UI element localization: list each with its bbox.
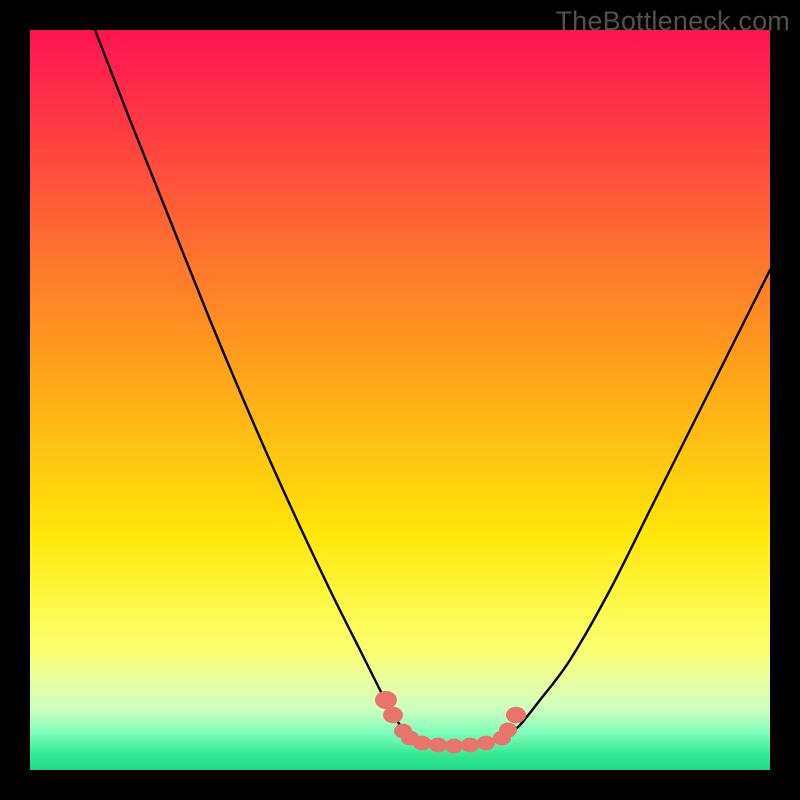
bottleneck-curve <box>95 30 770 744</box>
marker-group <box>375 691 526 753</box>
marker-bottom-ridge <box>429 738 447 753</box>
marker-bottom-ridge <box>477 736 495 751</box>
marker-right-cluster-upper <box>506 707 526 723</box>
marker-bottom-ridge <box>461 738 479 753</box>
marker-bottom-ridge <box>445 739 463 754</box>
outer-frame: TheBottleneck.com <box>0 0 800 800</box>
marker-left-cluster-upper <box>383 707 403 723</box>
curve-group <box>95 30 770 744</box>
marker-right-cluster-lower <box>493 731 511 746</box>
plot-area <box>30 30 770 770</box>
marker-left-cluster-upper <box>375 691 397 709</box>
marker-bottom-ridge <box>413 736 431 751</box>
chart-svg <box>30 30 770 770</box>
